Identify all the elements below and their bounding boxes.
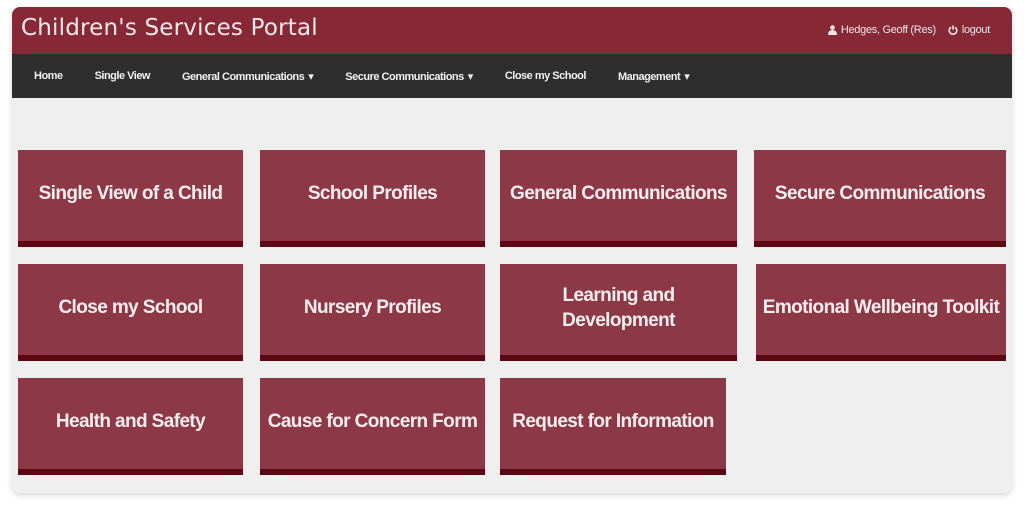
nav-single-view[interactable]: Single View xyxy=(94,70,151,82)
tile-label: School Profiles xyxy=(307,183,438,204)
nav-label: Management xyxy=(617,70,681,83)
tile-learning-and-development[interactable]: Learning and Development xyxy=(500,264,737,361)
tile-school-profiles[interactable]: School Profiles xyxy=(260,150,485,247)
nav-label: Close my School xyxy=(504,70,587,82)
tile-label: Nursery Profiles xyxy=(303,297,442,318)
nav-label: Home xyxy=(34,70,63,82)
nav-label: Secure Communications xyxy=(345,70,464,83)
power-icon xyxy=(948,25,958,35)
tile-emotional-wellbeing-toolkit[interactable]: Emotional Wellbeing Toolkit xyxy=(756,264,1006,361)
nav-home[interactable]: Home xyxy=(34,70,63,82)
tile-label: General Communications xyxy=(510,183,728,204)
tile-close-my-school[interactable]: Close my School xyxy=(18,264,243,361)
tile-label: Single View of a Child xyxy=(38,183,223,204)
logout-link[interactable]: logout xyxy=(948,24,990,36)
tile-secure-communications[interactable]: Secure Communications xyxy=(754,150,1006,247)
tile-request-for-information[interactable]: Request for Information xyxy=(500,378,726,475)
user-name: Hedges, Geoff (Res) xyxy=(840,24,936,36)
tile-nursery-profiles[interactable]: Nursery Profiles xyxy=(260,264,485,361)
nav-label: General Communications xyxy=(182,70,305,83)
user-icon xyxy=(827,25,837,35)
logout-label: logout xyxy=(961,24,990,36)
tile-general-communications[interactable]: General Communications xyxy=(500,150,737,247)
tile-label: Close my School xyxy=(58,297,203,318)
header-bar: Children's Services Portal Hedges, Geoff… xyxy=(12,7,1012,54)
tile-health-and-safety[interactable]: Health and Safety xyxy=(18,378,243,475)
tile-label: Request for Information xyxy=(512,411,714,432)
caret-down-icon: ▾ xyxy=(684,70,690,83)
portal-window: Children's Services Portal Hedges, Geoff… xyxy=(12,7,1012,493)
main-nav: Home Single View General Communications ▾… xyxy=(12,54,1012,98)
tile-cause-for-concern-form[interactable]: Cause for Concern Form xyxy=(260,378,485,475)
user-area: Hedges, Geoff (Res) logout xyxy=(827,24,990,36)
caret-down-icon: ▾ xyxy=(467,70,474,83)
nav-secure-communications[interactable]: Secure Communications ▾ xyxy=(345,70,473,83)
tile-label: Cause for Concern Form xyxy=(267,411,478,432)
nav-general-communications[interactable]: General Communications ▾ xyxy=(182,70,314,83)
nav-close-my-school[interactable]: Close my School xyxy=(504,70,587,82)
tile-label: Learning and Development xyxy=(562,284,675,331)
tile-label: Secure Communications xyxy=(774,183,986,204)
caret-down-icon: ▾ xyxy=(308,70,314,83)
nav-label: Single View xyxy=(94,70,151,82)
tile-label: Emotional Wellbeing Toolkit xyxy=(762,297,1000,318)
page-title: Children's Services Portal xyxy=(21,15,318,41)
nav-management[interactable]: Management ▾ xyxy=(617,70,690,83)
tile-label: Health and Safety xyxy=(55,411,206,432)
user-menu[interactable]: Hedges, Geoff (Res) xyxy=(827,24,936,36)
tile-single-view-of-a-child[interactable]: Single View of a Child xyxy=(18,150,243,247)
